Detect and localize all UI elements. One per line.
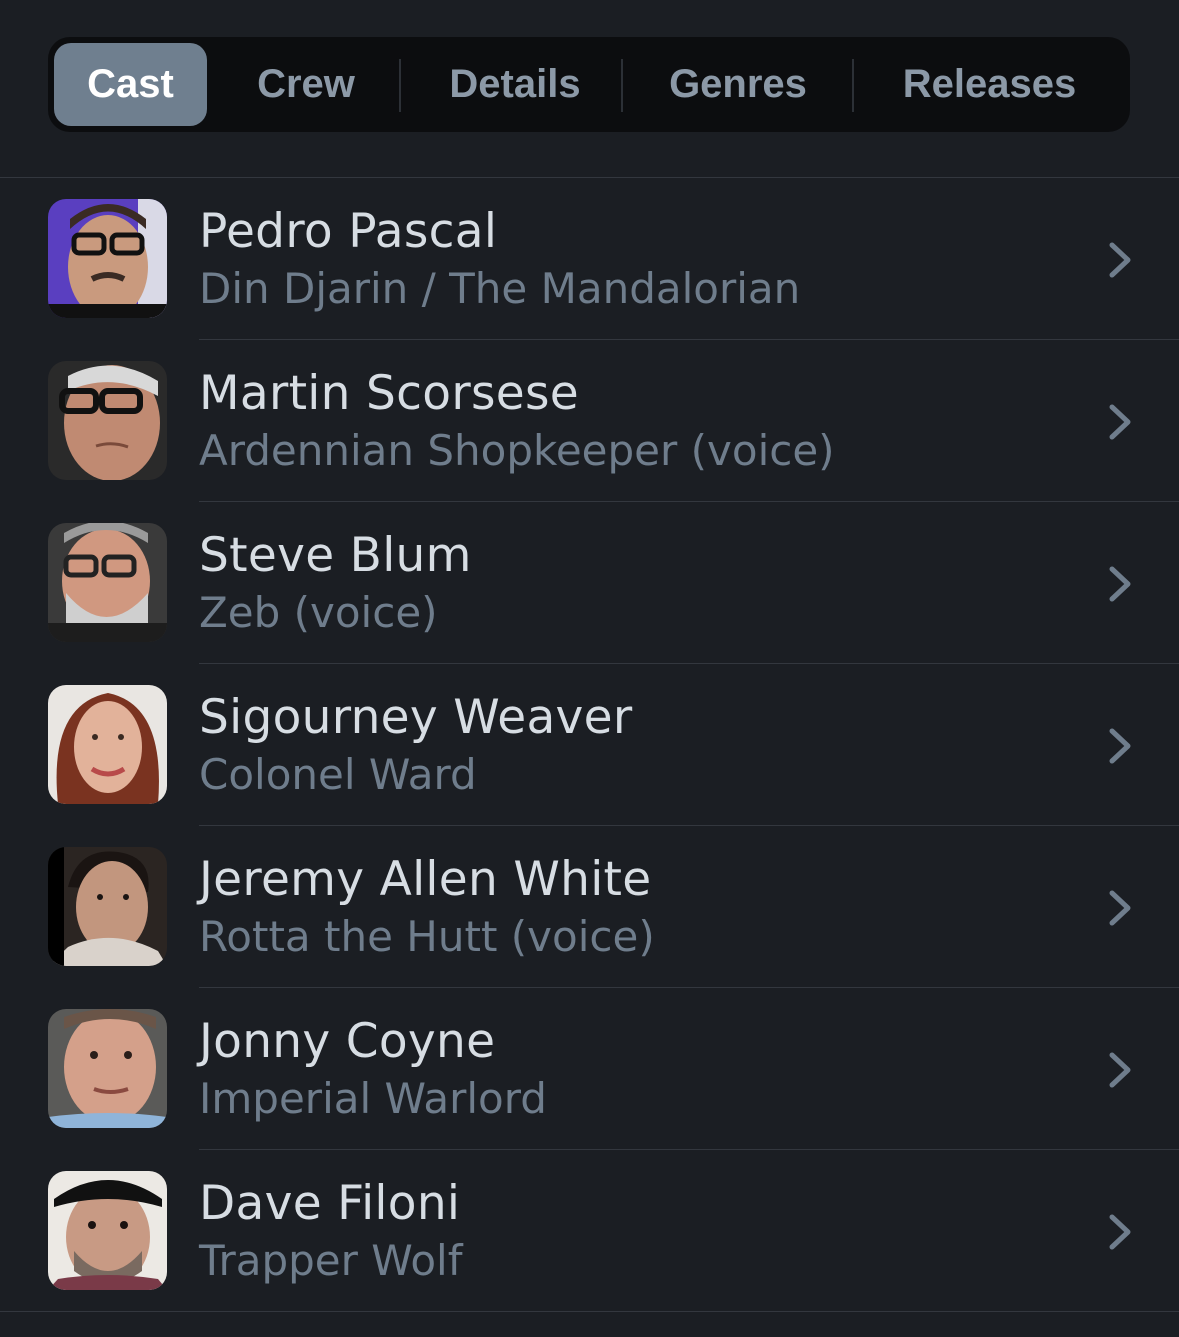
actor-name: Steve Blum xyxy=(199,528,472,583)
cast-row[interactable]: Martin Scorsese Ardennian Shopkeeper (vo… xyxy=(0,340,1179,502)
actor-photo xyxy=(48,523,167,642)
cast-row[interactable]: Jonny Coyne Imperial Warlord xyxy=(0,988,1179,1150)
actor-name: Dave Filoni xyxy=(199,1176,461,1231)
cast-row[interactable]: Jeremy Allen White Rotta the Hutt (voice… xyxy=(0,826,1179,988)
character-name: Imperial Warlord xyxy=(199,1074,547,1123)
actor-name: Pedro Pascal xyxy=(199,204,498,259)
character-name: Rotta the Hutt (voice) xyxy=(199,912,655,961)
row-separator xyxy=(0,1311,1179,1312)
chevron-right-icon xyxy=(1109,1052,1131,1088)
character-name: Zeb (voice) xyxy=(199,588,438,637)
section-segmented-control: Cast Crew Details Genres Releases xyxy=(48,37,1130,132)
character-name: Din Djarin / The Mandalorian xyxy=(199,264,801,313)
actor-name: Martin Scorsese xyxy=(199,366,579,421)
actor-name: Jonny Coyne xyxy=(199,1014,496,1069)
chevron-right-icon xyxy=(1109,890,1131,926)
chevron-right-icon xyxy=(1109,1214,1131,1250)
cast-row[interactable]: Sigourney Weaver Colonel Ward xyxy=(0,664,1179,826)
actor-name: Sigourney Weaver xyxy=(199,690,633,745)
tab-divider xyxy=(399,59,401,112)
actor-photo xyxy=(48,361,167,480)
character-name: Colonel Ward xyxy=(199,750,477,799)
cast-row[interactable]: Pedro Pascal Din Djarin / The Mandaloria… xyxy=(0,178,1179,340)
chevron-right-icon xyxy=(1109,728,1131,764)
tab-divider xyxy=(621,59,623,112)
tab-cast[interactable]: Cast xyxy=(54,43,207,126)
cast-row[interactable]: Dave Filoni Trapper Wolf xyxy=(0,1150,1179,1312)
tab-details[interactable]: Details xyxy=(410,43,620,126)
cast-list: Pedro Pascal Din Djarin / The Mandaloria… xyxy=(0,178,1179,1312)
tab-genres[interactable]: Genres xyxy=(632,43,844,126)
tab-divider xyxy=(852,59,854,112)
chevron-right-icon xyxy=(1109,404,1131,440)
tab-releases[interactable]: Releases xyxy=(863,43,1116,126)
actor-photo xyxy=(48,199,167,318)
actor-photo xyxy=(48,685,167,804)
actor-photo xyxy=(48,1009,167,1128)
tab-crew[interactable]: Crew xyxy=(224,43,388,126)
character-name: Ardennian Shopkeeper (voice) xyxy=(199,426,835,475)
actor-photo xyxy=(48,847,167,966)
actor-name: Jeremy Allen White xyxy=(199,852,652,907)
actor-photo xyxy=(48,1171,167,1290)
chevron-right-icon xyxy=(1109,566,1131,602)
cast-row[interactable]: Steve Blum Zeb (voice) xyxy=(0,502,1179,664)
cast-screen: Cast Crew Details Genres Releases Pedro … xyxy=(0,0,1179,1337)
character-name: Trapper Wolf xyxy=(199,1236,463,1285)
chevron-right-icon xyxy=(1109,242,1131,278)
